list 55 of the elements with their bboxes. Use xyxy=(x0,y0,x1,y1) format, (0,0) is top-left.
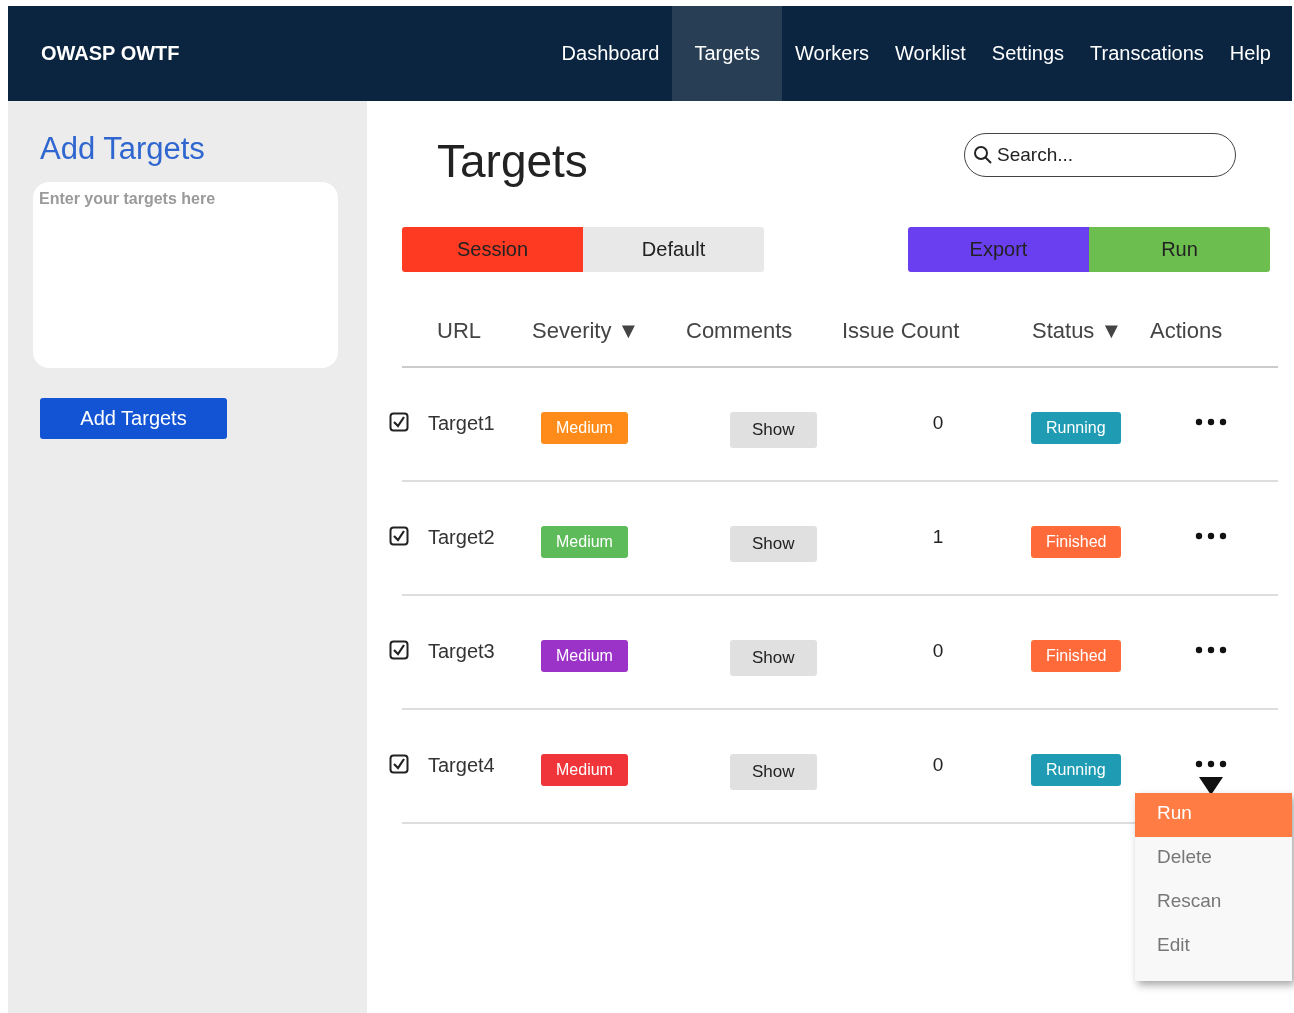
status-badge: Running xyxy=(1031,412,1121,444)
nav-link[interactable]: Settings xyxy=(978,6,1078,101)
nav-link[interactable]: Transcations xyxy=(1077,6,1217,101)
target-url: Target2 xyxy=(428,526,495,548)
show-comments-button[interactable]: Show xyxy=(730,640,817,676)
nav-link[interactable]: Worklist xyxy=(882,6,979,101)
issue-count: 0 xyxy=(932,412,944,433)
status-badge: Finished xyxy=(1031,640,1122,672)
show-comments-button[interactable]: Show xyxy=(730,412,817,448)
add-targets-button[interactable]: Add Targets xyxy=(40,398,227,439)
severity-badge: Medium xyxy=(541,640,628,672)
menu-item[interactable]: Edit xyxy=(1135,925,1292,969)
nav-link[interactable]: Help xyxy=(1216,6,1284,101)
column-header[interactable]: Severity ▼ xyxy=(532,308,686,344)
show-comments-button[interactable]: Show xyxy=(730,526,817,562)
brand-name: OWASP OWTF xyxy=(41,42,180,65)
search-field[interactable]: Search... xyxy=(964,133,1236,177)
action-button[interactable]: Run xyxy=(1089,227,1270,272)
issue-count: 1 xyxy=(932,526,944,547)
checkbox[interactable] xyxy=(389,754,409,774)
column-header[interactable]: URL xyxy=(402,308,532,344)
caret-icon xyxy=(1199,777,1223,795)
more-icon[interactable] xyxy=(1195,418,1227,426)
checkbox[interactable] xyxy=(389,640,409,660)
issue-count: 0 xyxy=(932,640,944,661)
severity-badge: Medium xyxy=(541,754,628,786)
nav-link[interactable]: Dashboard xyxy=(548,6,673,101)
more-icon[interactable] xyxy=(1195,532,1227,540)
search-icon xyxy=(973,145,993,165)
more-icon[interactable] xyxy=(1195,646,1227,654)
column-header[interactable]: Issue Count xyxy=(842,308,1032,344)
sidebar-title: Add Targets xyxy=(40,131,205,167)
target-url: Target3 xyxy=(428,640,495,662)
status-badge: Running xyxy=(1031,754,1121,786)
column-header[interactable]: Actions xyxy=(1150,308,1278,344)
toggle-button[interactable]: Default xyxy=(583,227,764,272)
toggle-button[interactable]: Session xyxy=(402,227,583,272)
column-header[interactable]: Status ▼ xyxy=(1032,308,1150,344)
menu-item[interactable]: Rescan xyxy=(1135,881,1292,925)
severity-badge: Medium xyxy=(541,526,628,558)
targets-textarea[interactable]: Enter your targets here xyxy=(33,182,338,368)
nav-link[interactable]: Workers xyxy=(782,6,883,101)
target-url: Target1 xyxy=(428,412,495,434)
checkbox[interactable] xyxy=(389,412,409,432)
more-icon[interactable] xyxy=(1195,760,1227,768)
checkbox[interactable] xyxy=(389,526,409,546)
column-header[interactable]: Comments xyxy=(686,308,842,344)
severity-badge: Medium xyxy=(541,412,628,444)
status-badge: Finished xyxy=(1031,526,1122,558)
nav-link[interactable]: Targets xyxy=(672,6,782,101)
show-comments-button[interactable]: Show xyxy=(730,754,817,790)
menu-item[interactable]: Delete xyxy=(1135,837,1292,881)
page-title: Targets xyxy=(437,134,588,188)
issue-count: 0 xyxy=(932,754,944,775)
target-url: Target4 xyxy=(428,754,495,776)
